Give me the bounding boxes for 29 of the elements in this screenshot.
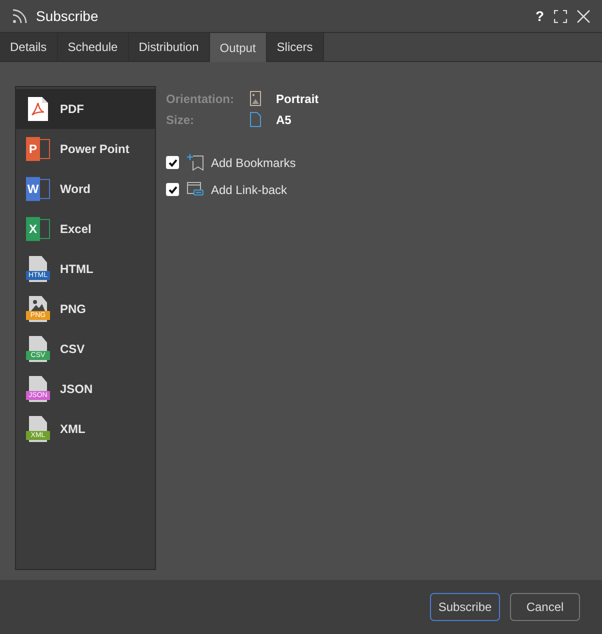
- format-item[interactable]: PDF: [16, 89, 155, 129]
- tab[interactable]: Details: [0, 33, 58, 62]
- dialog-button[interactable]: Subscribe: [430, 593, 500, 621]
- help-button[interactable]: ?: [535, 6, 544, 26]
- tab[interactable]: Distribution: [128, 33, 210, 62]
- format-item[interactable]: P Power Point: [16, 129, 155, 169]
- bookmark-icon: [186, 154, 204, 171]
- close-icon[interactable]: [577, 10, 590, 22]
- pdf-file-icon: [28, 97, 48, 121]
- tab[interactable]: Output: [210, 33, 267, 62]
- tab[interactable]: Schedule: [58, 33, 129, 62]
- tab[interactable]: Slicers: [266, 33, 324, 62]
- fullscreen-icon[interactable]: [554, 10, 567, 22]
- setting-label: Orientation:: [166, 90, 235, 108]
- setting-value: Portrait: [276, 90, 319, 108]
- window-title: Subscribe: [36, 6, 98, 26]
- format-item[interactable]: X Excel: [16, 209, 155, 249]
- link-window-icon: [186, 182, 204, 197]
- dialog-button[interactable]: Cancel: [510, 593, 580, 621]
- setting-label: Size:: [166, 112, 196, 128]
- feed-icon: [12, 8, 28, 24]
- checkbox[interactable]: [166, 183, 179, 196]
- format-item[interactable]: W Word: [16, 169, 155, 209]
- option-label: Add Bookmarks: [211, 154, 296, 172]
- checkbox[interactable]: [166, 156, 179, 169]
- option-label: Add Link-back: [211, 182, 288, 198]
- setting-value: A5: [276, 112, 292, 128]
- page-icon: [250, 112, 261, 127]
- portrait-icon: [250, 91, 261, 106]
